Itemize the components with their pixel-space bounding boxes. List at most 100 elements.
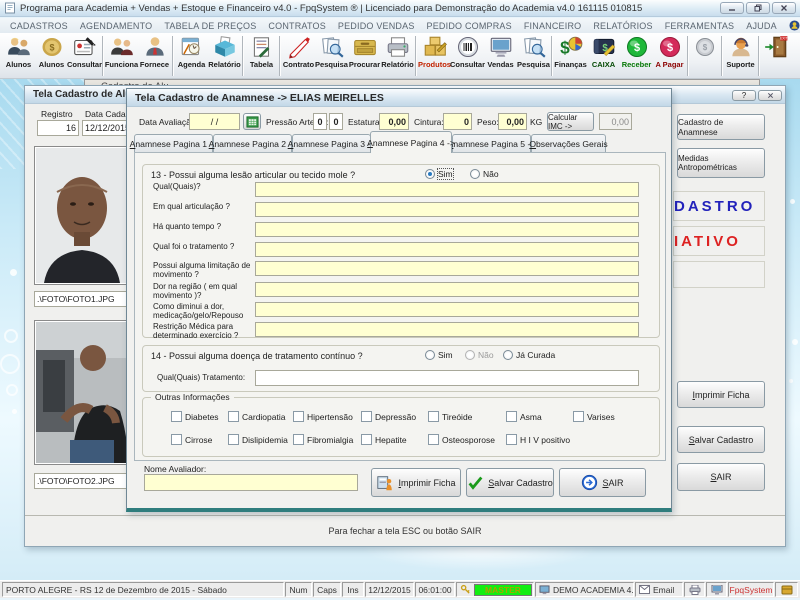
status-monitor[interactable] [706, 582, 727, 597]
dollar-red-icon: $ [658, 35, 682, 59]
tab-anamnese-pagina-2[interactable]: Anamnese Pagina 2 -> [209, 134, 296, 153]
sidebar-imprimir-ficha-button[interactable]: Imprimir Ficha [677, 381, 765, 408]
date-picker-button[interactable] [243, 113, 261, 130]
q13-field-input-qual[interactable] [255, 182, 639, 197]
toolbar-button-pesquisa-vendas[interactable]: Pesquisa [517, 34, 550, 69]
checkbox-osteosporose[interactable]: Osteosporose [428, 434, 495, 445]
tab-anamnese-pagina-1[interactable]: Anamnese Pagina 1 -> [130, 134, 217, 153]
q13-field-input-articulacao[interactable] [255, 202, 639, 217]
toolbar-button-a-pagar[interactable]: $ A Pagar [653, 34, 686, 69]
q13-field-input-limitacao[interactable] [255, 261, 639, 276]
q13-field-input-tempo[interactable] [255, 222, 639, 237]
q14-radio-sim[interactable]: Sim [425, 350, 453, 360]
tab-observacoes-gerais[interactable]: Observações Gerais [529, 134, 608, 153]
estatura-input[interactable] [379, 113, 409, 130]
checkbox-cardiopatia[interactable]: Cardiopatia [228, 411, 285, 422]
sidebar-salvar-cadastro-button[interactable]: Salvar Cadastro [677, 426, 765, 453]
toolbar-button-relatorio-contrato[interactable]: Relatório [381, 34, 414, 69]
tab-anamnese-pagina-3[interactable]: Anamnese Pagina 3 -> [288, 134, 375, 153]
q14-radio-nao[interactable]: Não [465, 350, 494, 360]
medidas-antropometricas-button[interactable]: Medidas Antropométricas [677, 148, 765, 178]
menu-ferramentas[interactable]: FERRAMENTAS [659, 21, 741, 31]
imprimir-ficha-button[interactable]: Imprimir Ficha [371, 468, 461, 497]
q13-radio-nao[interactable]: Não [470, 169, 499, 179]
toolbar-button-exit[interactable]: EXIT [761, 34, 791, 60]
cadastro-anamnese-button[interactable]: Cadastro de Anamnese [677, 114, 765, 140]
tab-anamnese-pagina-5[interactable]: Anamnese Pagina 5 -> [448, 134, 535, 153]
salvar-cadastro-button[interactable]: Salvar Cadastro [466, 468, 554, 497]
menu-ajuda[interactable]: AJUDA [740, 21, 783, 31]
toolbar-button-fornecedores[interactable]: Fornece [138, 34, 171, 69]
toolbar-separator [415, 36, 417, 76]
menu-agendamento[interactable]: AGENDAMENTO [74, 21, 159, 31]
menu-email[interactable]: E-MAIL [783, 20, 800, 31]
toolbar-button-contrato[interactable]: Contrato [282, 34, 315, 69]
checkbox-varises[interactable]: Varises [573, 411, 615, 422]
registro-input[interactable] [37, 120, 79, 136]
toolbar-button-procurar[interactable]: Procurar [348, 34, 381, 69]
checkbox-cirrose[interactable]: Cirrose [171, 434, 212, 445]
checkbox-hipertensao[interactable]: Hipertensão [293, 411, 353, 422]
toolbar-button-consultar-produto[interactable]: Consultar [450, 34, 485, 69]
toolbar-button-suporte[interactable]: Suporte [724, 34, 757, 69]
checkbox-asma[interactable]: Asma [506, 411, 542, 422]
menu-financeiro[interactable]: FINANCEIRO [518, 21, 588, 31]
q13-field-input-tratamento[interactable] [255, 242, 639, 257]
toolbar-button-coin[interactable]: $ [690, 34, 720, 60]
minimize-button[interactable] [720, 2, 744, 14]
status-email[interactable]: Email [635, 582, 683, 597]
alunos-close-button[interactable] [758, 90, 782, 101]
toolbar-button-caixa[interactable]: $ CAIXA [587, 34, 620, 69]
toolbar-button-funcionarios[interactable]: Funciona [105, 34, 138, 69]
q14-radio-ja-curada[interactable]: Já Curada [503, 350, 555, 360]
close-icon [767, 92, 774, 99]
sair-button[interactable]: SAIR [559, 468, 646, 497]
pressao-dia-input[interactable] [329, 113, 343, 130]
nome-avaliador-input[interactable] [144, 474, 358, 491]
toolbar-button-agenda[interactable]: Agenda [175, 34, 208, 69]
checkbox-hiv-positivo[interactable]: H I V positivo [506, 434, 570, 445]
toolbar-button-tabela-precos[interactable]: Tabela [245, 34, 278, 69]
checkbox-dislipidemia[interactable]: Dislipidemia [228, 434, 288, 445]
status-printer[interactable] [684, 582, 705, 597]
checkbox-fibromialgia[interactable]: Fibromialgia [293, 434, 353, 445]
data-avaliacao-input[interactable] [189, 113, 240, 130]
menu-relatorios[interactable]: RELATÓRIOS [587, 21, 658, 31]
toolbar-button-alunos[interactable]: Alunos [2, 34, 35, 69]
q14-tratamento-input[interactable] [255, 370, 639, 386]
alunos-help-button[interactable]: ? [732, 90, 756, 101]
checkbox-box [171, 411, 182, 422]
q13-field-input-diminui-dor[interactable] [255, 302, 639, 317]
menu-contratos[interactable]: CONTRATOS [262, 21, 331, 31]
q13-field-input-restricao[interactable] [255, 322, 639, 337]
toolbar-button-pesquisa-contrato[interactable]: Pesquisa [315, 34, 348, 69]
menu-tabela-de-precos[interactable]: TABELA DE PREÇOS [158, 21, 262, 31]
status-location: PORTO ALEGRE - RS 12 de Dezembro de 2015… [2, 582, 284, 597]
toolbar-separator [102, 36, 104, 76]
kg-label: KG [530, 117, 543, 127]
checkbox-tireoide[interactable]: Tireóide [428, 411, 472, 422]
q13-field-input-dor-regiao[interactable] [255, 282, 639, 297]
pressao-sys-input[interactable] [313, 113, 327, 130]
checkbox-hepatite[interactable]: Hepatite [361, 434, 407, 445]
menu-cadastros[interactable]: CADASTROS [4, 21, 74, 31]
checkbox-diabetes[interactable]: Diabetes [171, 411, 219, 422]
peso-input[interactable] [498, 113, 527, 130]
cintura-input[interactable] [443, 113, 472, 130]
toolbar-button-consultar-aluno[interactable]: Consultar [67, 34, 102, 69]
toolbar-button-relatorio-agenda[interactable]: Relatório [208, 34, 241, 69]
menu-pedido-vendas[interactable]: PEDIDO VENDAS [332, 21, 421, 31]
toolbar-button-vendas[interactable]: Vendas [484, 34, 517, 69]
toolbar-button-financas[interactable]: $ Finanças [554, 34, 587, 69]
close-button[interactable] [772, 2, 796, 14]
restore-button[interactable] [746, 2, 770, 14]
toolbar-button-produtos[interactable]: Produtos [418, 34, 451, 69]
toolbar-button-receber[interactable]: $ Receber [620, 34, 653, 69]
calcular-imc-button[interactable]: Calcular IMC -> [547, 112, 594, 131]
menu-pedido-compras[interactable]: PEDIDO COMPRAS [421, 21, 518, 31]
checkbox-depressao[interactable]: Depressão [361, 411, 416, 422]
toolbar-button-alunos-coin[interactable]: $ Alunos [35, 34, 68, 69]
sidebar-sair-button[interactable]: SAIR [677, 463, 765, 491]
q13-radio-sim[interactable]: Sim [425, 168, 454, 180]
tab-anamnese-pagina-4[interactable]: Anamnese Pagina 4 -> [367, 131, 455, 153]
